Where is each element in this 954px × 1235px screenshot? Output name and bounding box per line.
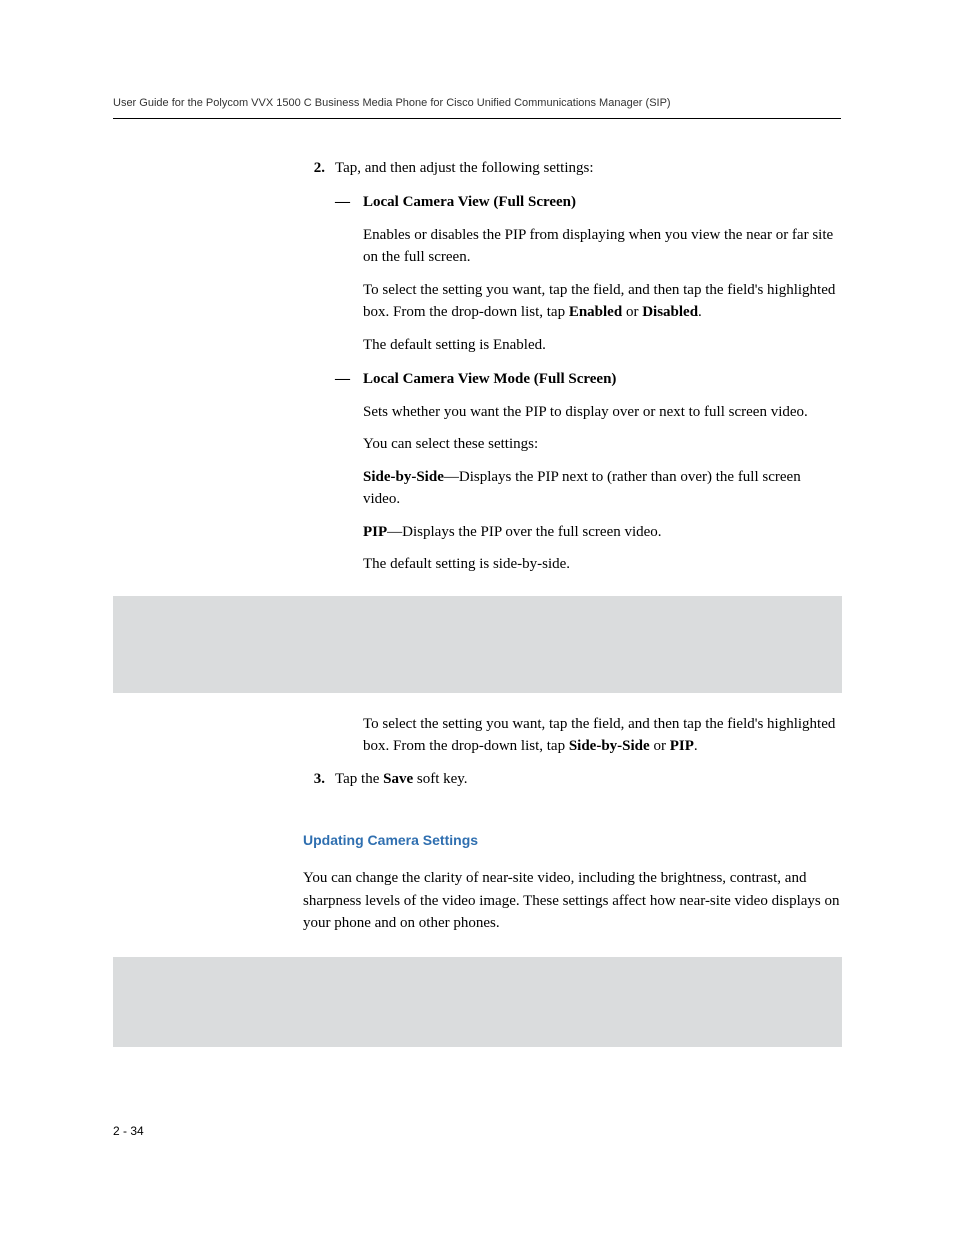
step-number: 2.	[303, 157, 335, 180]
text-segment: or	[650, 738, 670, 754]
body-text: To select the setting you want, tap the …	[303, 713, 841, 758]
text-bold: Disabled	[642, 304, 698, 320]
bullet-title: Local Camera View (Full Screen)	[363, 191, 841, 214]
text-bold: Side-by-Side	[569, 738, 650, 754]
body-text: You can change the clarity of near-site …	[303, 867, 841, 935]
bullet-local-camera-view-mode: — Local Camera View Mode (Full Screen)	[303, 368, 841, 391]
body-text: PIP—Displays the PIP over the full scree…	[303, 521, 841, 544]
bullet-dash: —	[335, 368, 363, 391]
step-3: 3. Tap the Save soft key.	[303, 768, 841, 791]
body-text: Enables or disables the PIP from display…	[303, 224, 841, 269]
body-text: Side-by-Side—Displays the PIP next to (r…	[303, 466, 841, 511]
body-text: Sets whether you want the PIP to display…	[303, 401, 841, 424]
page-number: 2 - 34	[113, 1122, 144, 1140]
text-segment: —Displays the PIP over the full screen v…	[387, 524, 661, 540]
body-text: The default setting is side-by-side.	[303, 553, 841, 576]
body-text: The default setting is Enabled.	[303, 334, 841, 357]
text-bold: PIP	[363, 524, 387, 540]
bullet-title: Local Camera View Mode (Full Screen)	[363, 368, 841, 391]
step-2: 2. Tap, and then adjust the following se…	[303, 157, 841, 180]
note-box	[113, 596, 842, 693]
text-bold: Side-by-Side	[363, 469, 444, 485]
text-segment: Tap the	[335, 771, 383, 787]
step-text: Tap the Save soft key.	[335, 768, 841, 791]
section-heading-updating-camera: Updating Camera Settings	[303, 830, 841, 851]
bullet-dash: —	[335, 191, 363, 214]
step-number: 3.	[303, 768, 335, 791]
header-rule	[113, 118, 841, 119]
text-segment: soft key.	[413, 771, 467, 787]
body-text: To select the setting you want, tap the …	[303, 279, 841, 324]
text-segment: .	[694, 738, 698, 754]
main-content: 2. Tap, and then adjust the following se…	[113, 157, 841, 1047]
text-bold: Enabled	[569, 304, 622, 320]
bullet-local-camera-view: — Local Camera View (Full Screen)	[303, 191, 841, 214]
text-bold: Save	[383, 771, 413, 787]
text-segment: .	[698, 304, 702, 320]
text-bold: PIP	[670, 738, 694, 754]
body-text: You can select these settings:	[303, 433, 841, 456]
note-box	[113, 957, 842, 1047]
page-header: User Guide for the Polycom VVX 1500 C Bu…	[113, 95, 841, 112]
text-segment: or	[622, 304, 642, 320]
step-text: Tap, and then adjust the following setti…	[335, 157, 841, 180]
